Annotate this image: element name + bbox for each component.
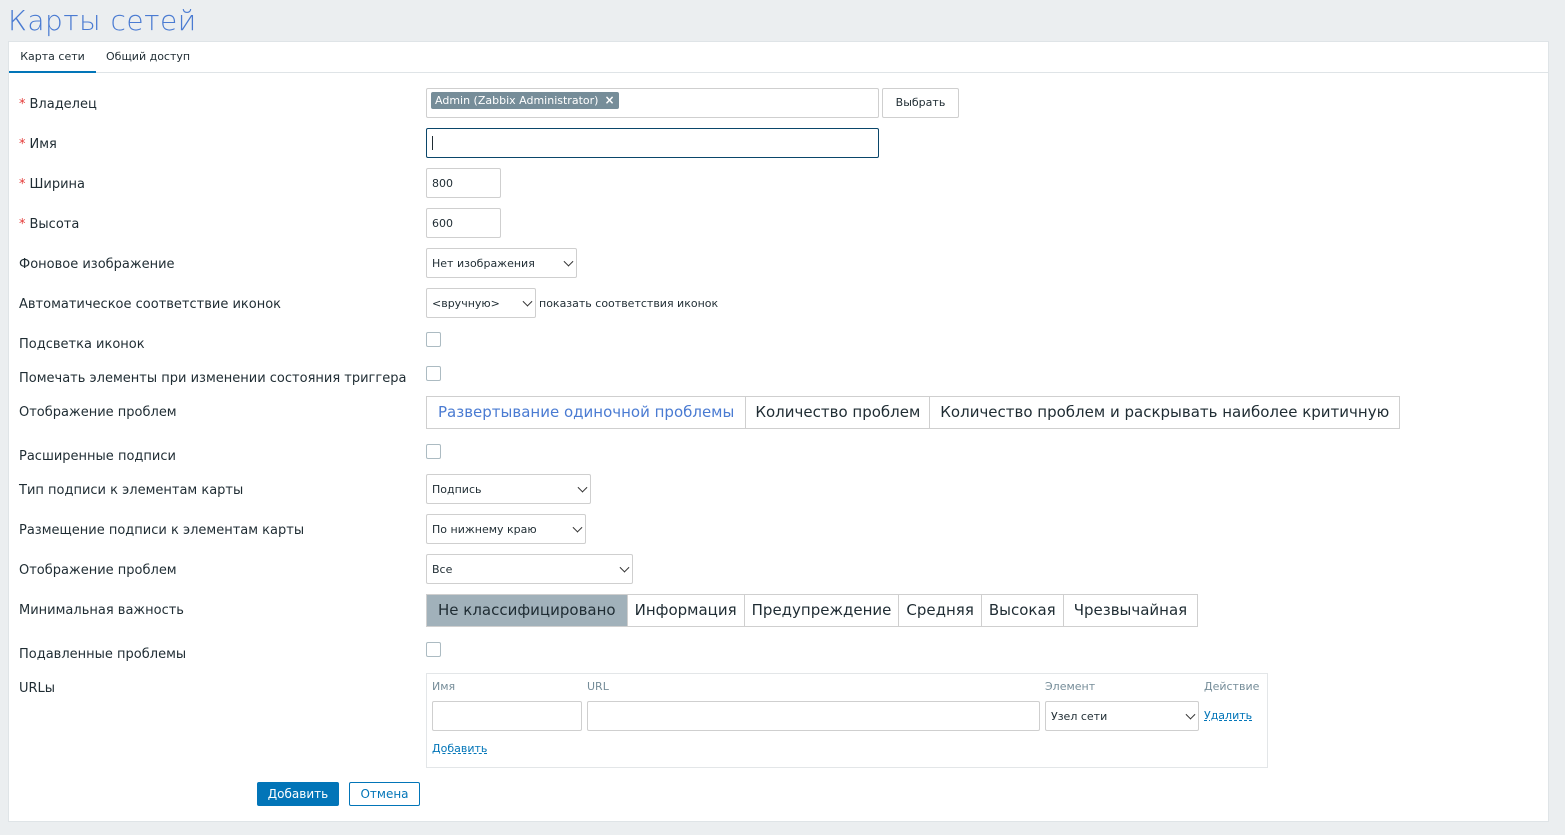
label-location-label: Размещение подписи к элементам карты bbox=[19, 523, 305, 538]
owner-chip-label: Admin (Zabbix Administrator) bbox=[435, 94, 599, 107]
tab-sharing[interactable]: Общий доступ bbox=[106, 42, 190, 73]
urls-label: URLы bbox=[19, 681, 56, 696]
severity-option[interactable]: Информация bbox=[628, 595, 745, 626]
tab-bar: Карта сети Общий доступ bbox=[9, 42, 1548, 73]
suppressed-checkbox[interactable] bbox=[426, 642, 441, 657]
markelements-label: Помечать элементы при изменении состояни… bbox=[19, 371, 407, 386]
chevron-down-icon bbox=[563, 256, 574, 267]
text-cursor bbox=[432, 136, 433, 150]
chevron-down-icon bbox=[619, 562, 630, 573]
expand-labels-label: Расширенные подписи bbox=[19, 449, 176, 464]
required-asterisk: * bbox=[19, 177, 26, 192]
cancel-button[interactable]: Отмена bbox=[349, 782, 420, 806]
owner-multiselect[interactable]: Admin (Zabbix Administrator) × bbox=[426, 88, 879, 118]
add-url-link[interactable]: Добавить bbox=[432, 742, 487, 755]
label-type-value: Подпись bbox=[432, 482, 482, 496]
severity-radio: Не классифицировано Информация Предупреж… bbox=[426, 594, 1199, 627]
name-input[interactable] bbox=[426, 128, 879, 158]
markelements-checkbox[interactable] bbox=[426, 366, 441, 381]
iconmap-label: Автоматическое соответствие иконок bbox=[19, 297, 282, 312]
label-type-select[interactable]: Подпись bbox=[426, 474, 591, 504]
width-label: * Ширина bbox=[19, 177, 86, 192]
background-label: Фоновое изображение bbox=[19, 257, 175, 272]
chevron-down-icon bbox=[522, 296, 533, 307]
highlight-checkbox[interactable] bbox=[426, 332, 441, 347]
problem-display-option[interactable]: Развертывание одиночной проблемы bbox=[427, 397, 747, 428]
name-label: * Имя bbox=[19, 137, 57, 152]
page-title: Карты сетей bbox=[8, 4, 197, 37]
highlight-label: Подсветка иконок bbox=[19, 337, 145, 352]
problem-display-label: Отображение проблем bbox=[19, 405, 177, 420]
label-type-label: Тип подписи к элементам карты bbox=[19, 483, 244, 498]
severity-option[interactable]: Высокая bbox=[982, 595, 1064, 626]
url-element-select[interactable]: Узел сети bbox=[1045, 701, 1199, 731]
urls-table: Имя URL Элемент Действие Узел сети Удали… bbox=[426, 673, 1268, 768]
owner-label: * Владелец bbox=[19, 97, 97, 112]
severity-option[interactable]: Не классифицировано bbox=[427, 595, 628, 626]
expand-labels-checkbox[interactable] bbox=[426, 444, 441, 459]
problem-display-option[interactable]: Количество проблем bbox=[746, 397, 931, 428]
url-name-input[interactable] bbox=[432, 701, 582, 731]
remove-url-link[interactable]: Удалить bbox=[1204, 709, 1252, 722]
label-location-select[interactable]: По нижнему краю bbox=[426, 514, 586, 544]
tab-map[interactable]: Карта сети bbox=[9, 42, 96, 73]
iconmap-select[interactable]: <вручную> bbox=[426, 288, 536, 318]
required-asterisk: * bbox=[19, 137, 26, 152]
show-problems-label: Отображение проблем bbox=[19, 563, 177, 578]
show-iconmap-link[interactable]: показать соответствия иконок bbox=[539, 297, 718, 310]
owner-chip: Admin (Zabbix Administrator) × bbox=[431, 92, 619, 109]
url-element-value: Узел сети bbox=[1051, 709, 1108, 723]
background-select[interactable]: Нет изображения bbox=[426, 248, 577, 278]
form-panel: Карта сети Общий доступ * Владелец Admin … bbox=[8, 41, 1549, 822]
background-value: Нет изображения bbox=[432, 256, 535, 270]
urls-col-url: URL bbox=[587, 680, 609, 693]
severity-option[interactable]: Чрезвычайная bbox=[1064, 595, 1198, 626]
show-problems-select[interactable]: Все bbox=[426, 554, 633, 584]
submit-button[interactable]: Добавить bbox=[257, 782, 339, 806]
chevron-down-icon bbox=[572, 522, 583, 533]
width-input[interactable]: 800 bbox=[426, 168, 501, 198]
required-asterisk: * bbox=[19, 97, 26, 112]
label-location-value: По нижнему краю bbox=[432, 522, 537, 536]
height-input[interactable]: 600 bbox=[426, 208, 501, 238]
problem-display-option[interactable]: Количество проблем и раскрывать наиболее… bbox=[930, 397, 1399, 428]
url-input[interactable] bbox=[587, 701, 1040, 731]
severity-option[interactable]: Предупреждение bbox=[745, 595, 900, 626]
severity-label: Минимальная важность bbox=[19, 603, 184, 618]
chevron-down-icon bbox=[577, 482, 588, 493]
urls-col-element: Элемент bbox=[1045, 680, 1096, 693]
iconmap-value: <вручную> bbox=[432, 296, 500, 310]
suppressed-label: Подавленные проблемы bbox=[19, 647, 187, 662]
problem-display-radio: Развертывание одиночной проблемы Количес… bbox=[426, 396, 1401, 429]
remove-chip-icon[interactable]: × bbox=[604, 92, 614, 109]
urls-col-action: Действие bbox=[1204, 680, 1260, 693]
urls-col-name: Имя bbox=[432, 680, 456, 693]
chevron-down-icon bbox=[1185, 709, 1196, 720]
required-asterisk: * bbox=[19, 217, 26, 232]
show-problems-value: Все bbox=[432, 562, 453, 576]
height-label: * Высота bbox=[19, 217, 80, 232]
severity-option[interactable]: Средняя bbox=[899, 595, 982, 626]
select-owner-button[interactable]: Выбрать bbox=[882, 88, 959, 118]
